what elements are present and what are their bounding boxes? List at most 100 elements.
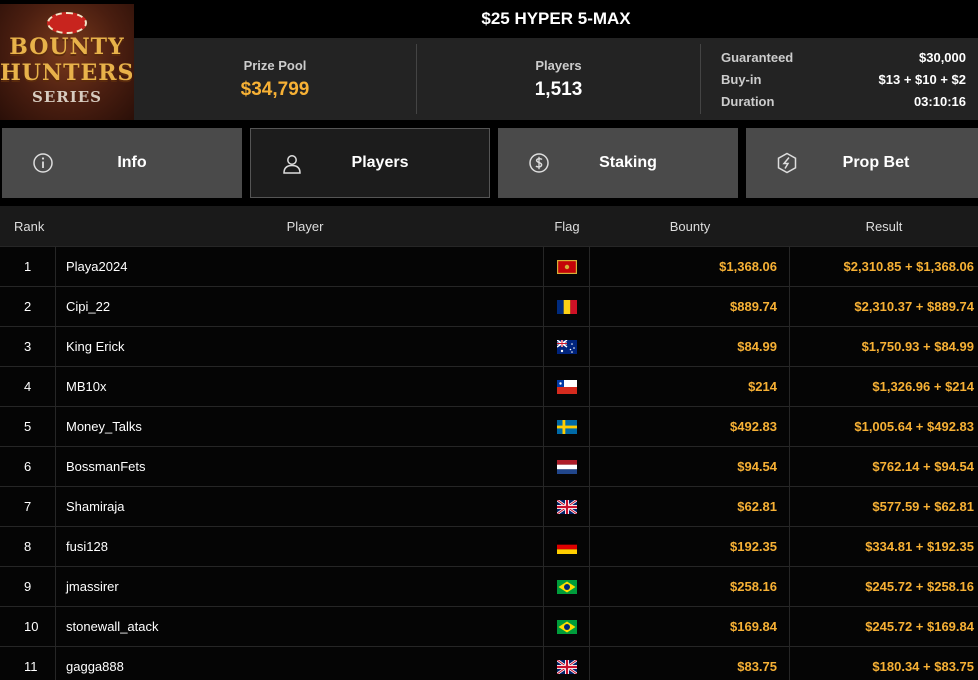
result-cell: $245.72 + $169.84: [865, 619, 974, 634]
bounty-cell: $169.84: [590, 607, 790, 646]
logo-line-2: HUNTERS: [0, 60, 134, 86]
logo-line-3: SERIES: [31, 88, 102, 106]
detail-row-duration: Duration 03:10:16: [721, 90, 966, 112]
table-row[interactable]: 6 BossmanFets $94.54 $762.14 + $94.54: [0, 446, 978, 486]
rank-cell: 8: [0, 527, 56, 566]
detail-key: Buy-in: [721, 71, 762, 87]
flag-united-kingdom-icon: [556, 499, 577, 514]
stats-panel: Prize Pool $34,799 Players 1,513 Guarant…: [134, 38, 978, 120]
tournament-header: BOUNTY HUNTERS SERIES $25 HYPER 5-MAX Pr…: [0, 0, 978, 124]
flag-cell: [544, 247, 590, 286]
result-cell: $334.81 + $192.35: [865, 539, 974, 554]
players-table: Rank Player Flag Bounty Result 1 Playa202…: [0, 206, 978, 680]
flag-cell: [544, 367, 590, 406]
player-name[interactable]: Cipi_22: [56, 287, 544, 326]
result-cell: $245.72 + $258.16: [865, 579, 974, 594]
poker-chip-icon: [47, 12, 87, 34]
table-row[interactable]: 9 jmassirer $258.16 $245.72 + $258.16: [0, 566, 978, 606]
table-row[interactable]: 11 gagga888 $83.75 $180.34 + $83.75: [0, 646, 978, 680]
table-row[interactable]: 3 King Erick $84.99 $1,750.93 + $84.99: [0, 326, 978, 366]
flag-cell: [544, 447, 590, 486]
rank-cell: 11: [0, 647, 56, 680]
detail-value: $30,000: [919, 49, 966, 65]
player-name[interactable]: King Erick: [56, 327, 544, 366]
header-flag[interactable]: Flag: [544, 219, 590, 234]
player-name[interactable]: Money_Talks: [56, 407, 544, 446]
flag-montenegro-icon: [556, 259, 577, 274]
header-result[interactable]: Result: [790, 219, 978, 234]
tab-staking[interactable]: Staking: [498, 128, 738, 198]
header-rank[interactable]: Rank: [0, 219, 56, 234]
bounty-cell: $889.74: [590, 287, 790, 326]
tournament-title: $25 HYPER 5-MAX: [134, 0, 978, 38]
bounty-cell: $492.83: [590, 407, 790, 446]
bounty-cell: $214: [590, 367, 790, 406]
player-name[interactable]: jmassirer: [56, 567, 544, 606]
table-row[interactable]: 8 fusi128 $192.35 $334.81 + $192.35: [0, 526, 978, 566]
bounty-cell: $94.54: [590, 447, 790, 486]
info-icon: [33, 153, 53, 173]
rank-cell: 6: [0, 447, 56, 486]
header-bounty[interactable]: Bounty: [590, 219, 790, 234]
prize-pool-label: Prize Pool: [243, 57, 307, 73]
rank-cell: 3: [0, 327, 56, 366]
tab-bar: Info Players Staking Prop Bet: [0, 128, 978, 198]
flag-brazil-icon: [556, 579, 577, 594]
flag-cell: [544, 287, 590, 326]
user-icon: [283, 155, 301, 174]
flag-cell: [544, 647, 590, 680]
prize-pool-value: $34,799: [240, 78, 310, 100]
result-cell: $577.59 + $62.81: [872, 499, 974, 514]
player-name[interactable]: Shamiraja: [56, 487, 544, 526]
table-row[interactable]: 4 MB10x $214 $1,326.96 + $214: [0, 366, 978, 406]
flag-australia-icon: [556, 339, 577, 354]
detail-key: Duration: [721, 93, 775, 109]
bounty-cell: $84.99: [590, 327, 790, 366]
player-name[interactable]: stonewall_atack: [56, 607, 544, 646]
table-row[interactable]: 7 Shamiraja $62.81 $577.59 + $62.81: [0, 486, 978, 526]
result-cell: $180.34 + $83.75: [872, 659, 974, 674]
detail-key: Guaranteed: [721, 49, 794, 65]
detail-value: $13 + $10 + $2: [878, 71, 966, 87]
player-name[interactable]: gagga888: [56, 647, 544, 680]
table-header: Rank Player Flag Bounty Result: [0, 206, 978, 246]
table-row[interactable]: 2 Cipi_22 $889.74 $2,310.37 + $889.74: [0, 286, 978, 326]
result-cell: $1,750.93 + $84.99: [861, 339, 974, 354]
rank-cell: 10: [0, 607, 56, 646]
bounty-cell: $83.75: [590, 647, 790, 680]
result-cell: $2,310.37 + $889.74: [854, 299, 974, 314]
bounty-cell: $258.16: [590, 567, 790, 606]
tab-prop-bet[interactable]: Prop Bet: [746, 128, 978, 198]
players-label: Players: [535, 57, 582, 73]
flag-cell: [544, 527, 590, 566]
table-row[interactable]: 1 Playa2024 $1,368.06 $2,310.85 + $1,368.06: [0, 246, 978, 286]
detail-value: 03:10:16: [913, 93, 966, 109]
bounty-hunters-logo: BOUNTY HUNTERS SERIES: [0, 4, 134, 120]
detail-row-buy-in: Buy-in $13 + $10 + $2: [721, 68, 966, 90]
player-name[interactable]: fusi128: [56, 527, 544, 566]
result-cell: $2,310.85 + $1,368.06: [843, 259, 974, 274]
rank-cell: 9: [0, 567, 56, 606]
result-cell: $1,326.96 + $214: [872, 379, 974, 394]
tab-players[interactable]: Players: [250, 128, 490, 198]
rank-cell: 7: [0, 487, 56, 526]
player-name[interactable]: BossmanFets: [56, 447, 544, 486]
prop-bet-icon: [777, 152, 797, 174]
rank-cell: 2: [0, 287, 56, 326]
bounty-cell: $1,368.06: [590, 247, 790, 286]
dollar-coin-icon: [529, 153, 549, 173]
flag-brazil-icon: [556, 619, 577, 634]
bounty-cell: $192.35: [590, 527, 790, 566]
flag-united-kingdom-icon: [556, 659, 577, 674]
prize-pool: Prize Pool $34,799: [134, 44, 417, 114]
players-value: 1,513: [534, 78, 583, 100]
table-row[interactable]: 5 Money_Talks $492.83 $1,005.64 + $492.83: [0, 406, 978, 446]
player-name[interactable]: MB10x: [56, 367, 544, 406]
header-player[interactable]: Player: [56, 219, 544, 234]
rank-cell: 5: [0, 407, 56, 446]
tab-info[interactable]: Info: [2, 128, 242, 198]
table-row[interactable]: 10 stonewall_atack $169.84 $245.72 + $169.8…: [0, 606, 978, 646]
flag-romania-icon: [556, 299, 577, 314]
players-count: Players 1,513: [417, 44, 701, 114]
player-name[interactable]: Playa2024: [56, 247, 544, 286]
